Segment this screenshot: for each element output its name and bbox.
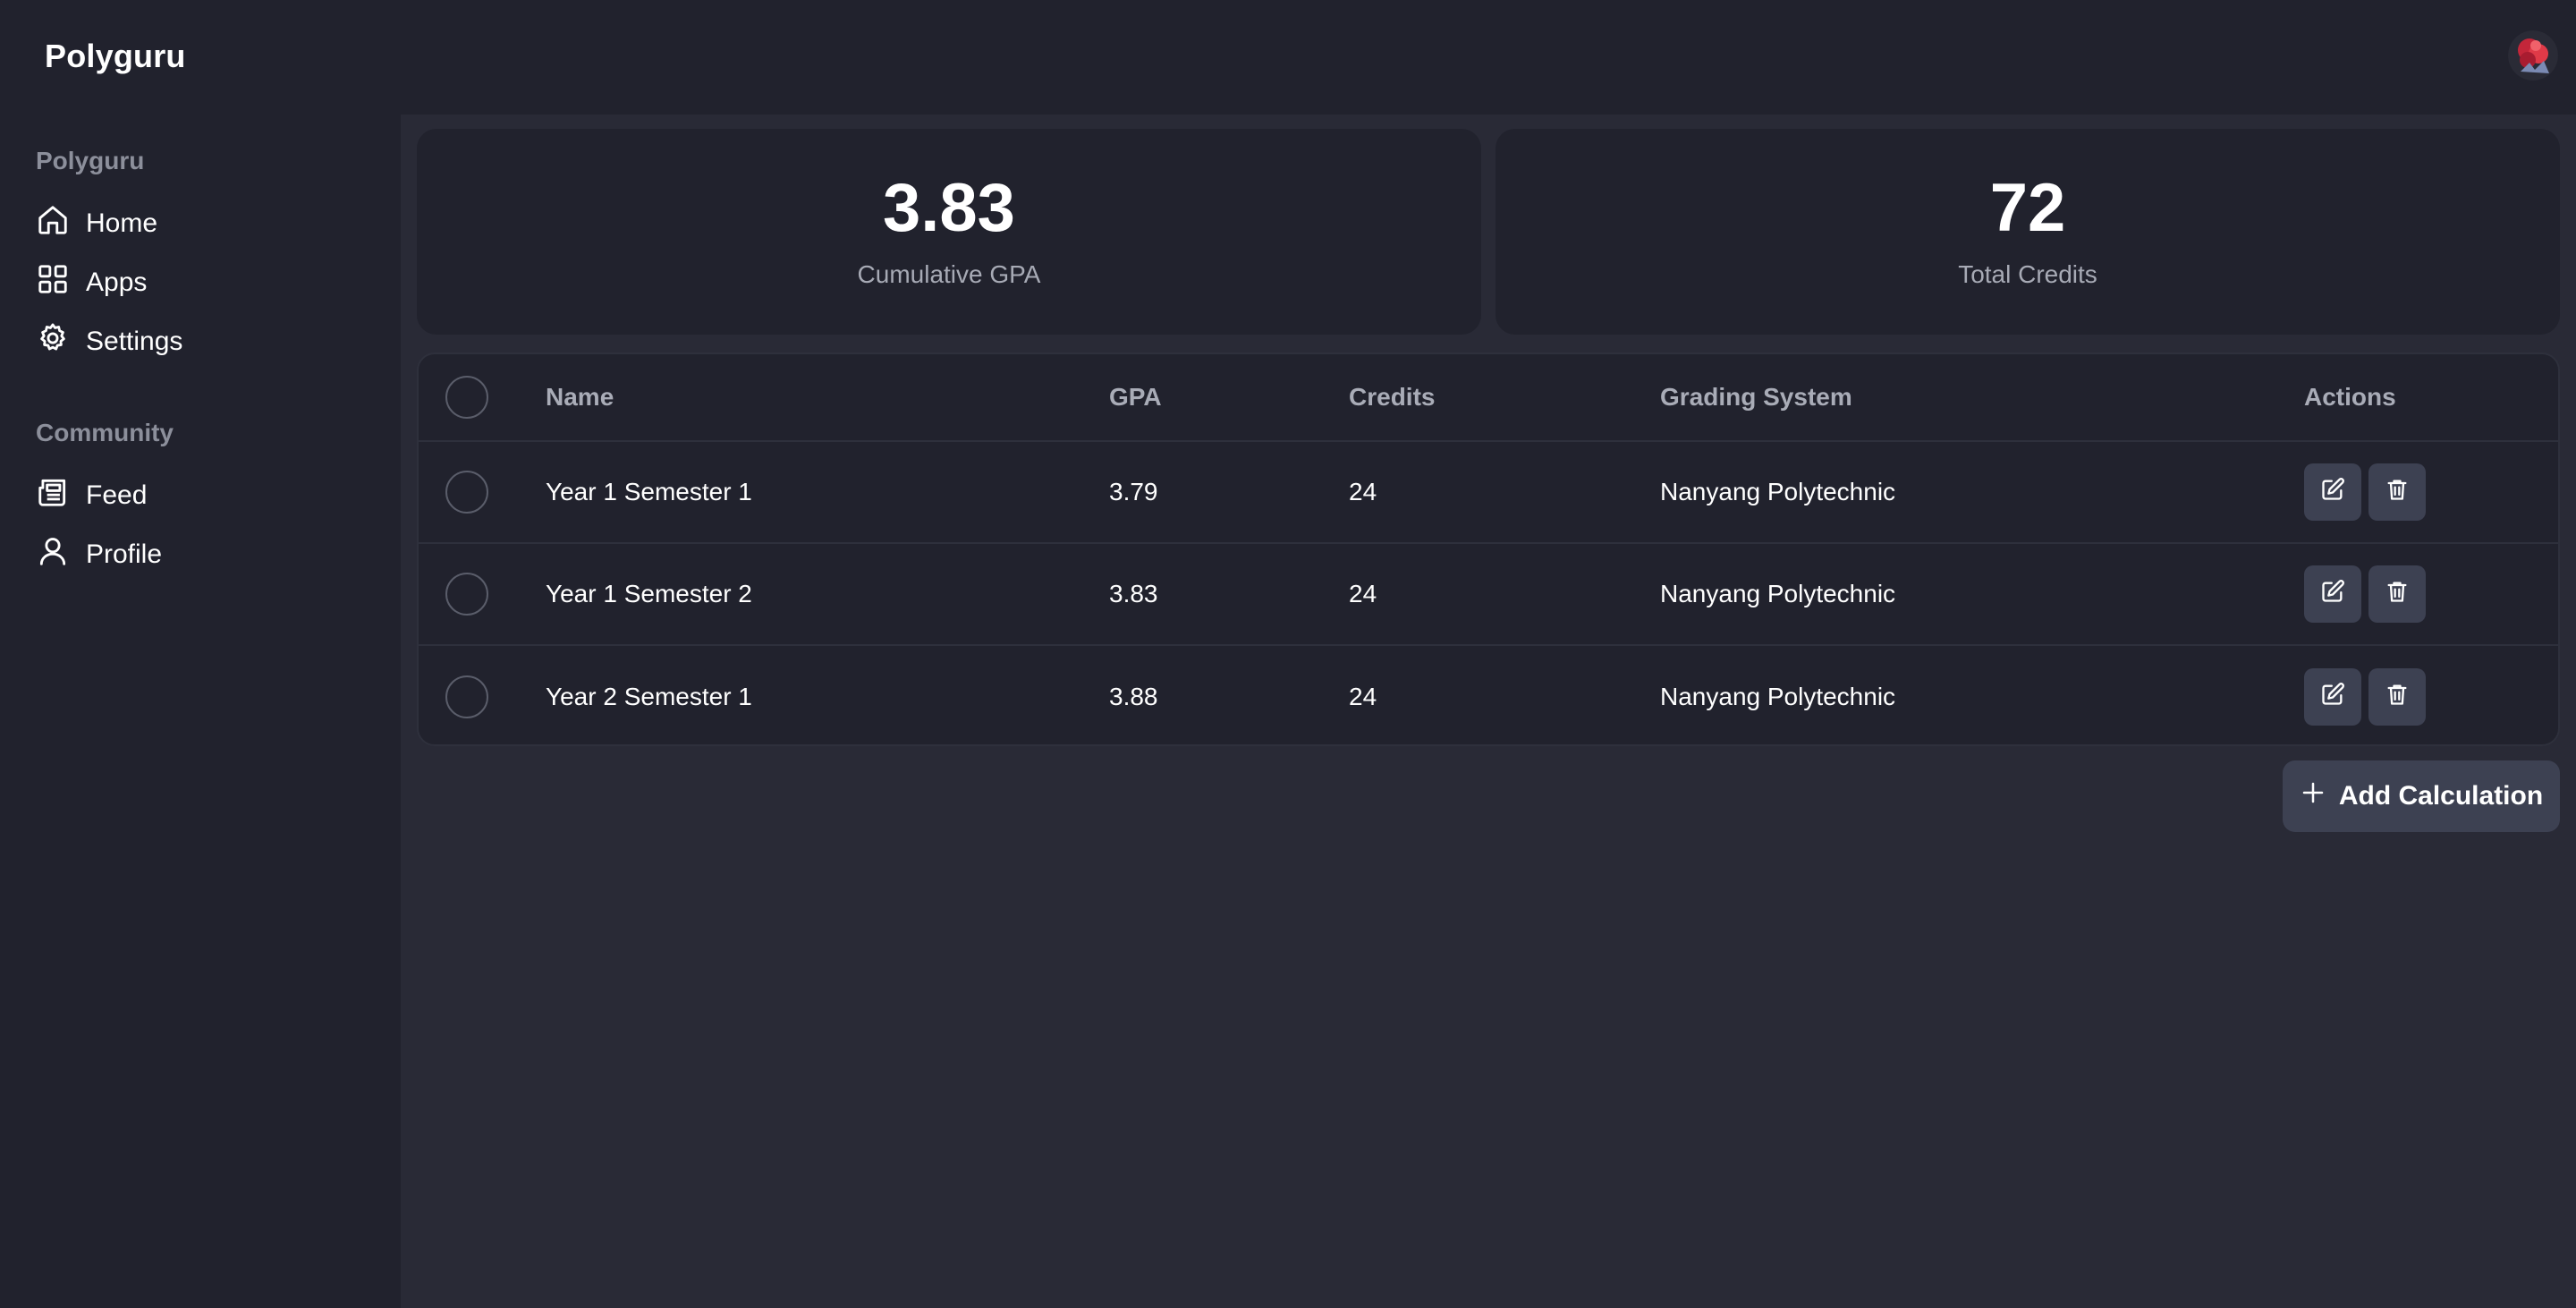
- plus-icon: [2300, 779, 2326, 813]
- row-select-radio[interactable]: [445, 675, 488, 718]
- row-gpa: 3.83: [1109, 580, 1158, 607]
- sidebar-section-title-community: Community: [36, 419, 174, 446]
- column-header-credits[interactable]: Credits: [1349, 354, 1435, 440]
- top-bar: Polyguru: [0, 0, 2576, 115]
- edit-icon: [2320, 477, 2345, 508]
- sidebar-section-title-polyguru: Polyguru: [36, 147, 145, 174]
- column-header-gpa[interactable]: GPA: [1109, 354, 1162, 440]
- sidebar-item-label: Home: [86, 208, 158, 238]
- trash-icon: [2385, 477, 2410, 508]
- sidebar-item-feed[interactable]: Feed: [36, 471, 376, 521]
- edit-button[interactable]: [2304, 463, 2361, 521]
- grid-icon: [36, 262, 70, 303]
- table-row: Year 1 Semester 1 3.79 24 Nanyang Polyte…: [419, 442, 2558, 544]
- delete-button[interactable]: [2368, 565, 2426, 623]
- add-calculation-button[interactable]: Add Calculation: [2283, 760, 2560, 832]
- row-select-radio[interactable]: [445, 573, 488, 616]
- row-gpa: 3.88: [1109, 683, 1158, 710]
- sidebar: Polyguru Home Apps Settings Community Fe…: [0, 115, 401, 1308]
- cumulative-gpa-label: Cumulative GPA: [857, 260, 1041, 288]
- row-gpa: 3.79: [1109, 478, 1158, 505]
- row-grading-system: Nanyang Polytechnic: [1660, 683, 1896, 710]
- sidebar-item-label: Feed: [86, 480, 148, 510]
- user-icon: [36, 534, 70, 575]
- main-content: 3.83 Cumulative GPA 72 Total Credits Nam…: [401, 115, 2576, 1308]
- sidebar-item-apps[interactable]: Apps: [36, 258, 376, 308]
- app-logo-text[interactable]: Polyguru: [45, 38, 186, 75]
- credits-stat-card: 72 Total Credits: [1496, 129, 2560, 335]
- avatar[interactable]: [2508, 30, 2558, 81]
- table-row: Year 1 Semester 2 3.83 24 Nanyang Polyte…: [419, 544, 2558, 646]
- trash-icon: [2385, 579, 2410, 610]
- home-icon: [36, 203, 70, 244]
- sidebar-item-label: Profile: [86, 539, 163, 569]
- sidebar-item-home[interactable]: Home: [36, 199, 376, 249]
- sidebar-item-label: Apps: [86, 268, 148, 297]
- row-name: Year 1 Semester 1: [546, 478, 752, 505]
- edit-button[interactable]: [2304, 565, 2361, 623]
- sidebar-item-profile[interactable]: Profile: [36, 530, 376, 580]
- row-credits: 24: [1349, 580, 1377, 607]
- edit-icon: [2320, 579, 2345, 610]
- row-select-radio[interactable]: [445, 471, 488, 514]
- calculations-table: Name GPA Credits Grading System Actions …: [417, 352, 2560, 746]
- gear-icon: [36, 321, 70, 362]
- column-header-name[interactable]: Name: [546, 354, 614, 440]
- cumulative-gpa-value: 3.83: [883, 170, 1015, 246]
- add-calculation-label: Add Calculation: [2338, 781, 2544, 811]
- column-header-actions: Actions: [2304, 383, 2396, 411]
- table-header: Name GPA Credits Grading System Actions: [419, 354, 2558, 442]
- sidebar-item-settings[interactable]: Settings: [36, 317, 376, 367]
- row-grading-system: Nanyang Polytechnic: [1660, 580, 1896, 607]
- row-grading-system: Nanyang Polytechnic: [1660, 478, 1896, 505]
- delete-button[interactable]: [2368, 668, 2426, 726]
- trash-icon: [2385, 682, 2410, 713]
- newspaper-icon: [36, 475, 70, 516]
- total-credits-value: 72: [1989, 170, 2066, 246]
- sidebar-item-label: Settings: [86, 327, 183, 356]
- select-all-radio[interactable]: [445, 376, 488, 419]
- total-credits-label: Total Credits: [1958, 260, 2097, 288]
- edit-icon: [2320, 682, 2345, 713]
- row-credits: 24: [1349, 478, 1377, 505]
- row-credits: 24: [1349, 683, 1377, 710]
- gpa-stat-card: 3.83 Cumulative GPA: [417, 129, 1481, 335]
- table-row: Year 2 Semester 1 3.88 24 Nanyang Polyte…: [419, 646, 2558, 744]
- column-header-grading-system[interactable]: Grading System: [1660, 354, 1852, 440]
- edit-button[interactable]: [2304, 668, 2361, 726]
- row-name: Year 2 Semester 1: [546, 683, 752, 710]
- row-name: Year 1 Semester 2: [546, 580, 752, 607]
- delete-button[interactable]: [2368, 463, 2426, 521]
